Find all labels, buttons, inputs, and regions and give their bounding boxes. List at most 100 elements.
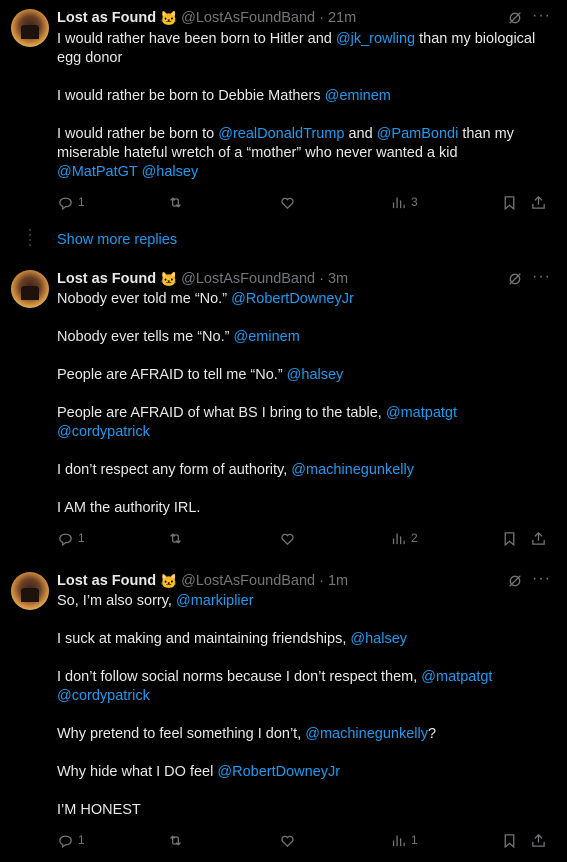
views-count: 1 bbox=[411, 833, 418, 847]
tweet-text-line bbox=[57, 385, 547, 404]
tweet-text-line: I would rather be born to @realDonaldTru… bbox=[57, 125, 547, 144]
tweet-text-line: I would rather have been born to Hitler … bbox=[57, 30, 547, 49]
views-icon bbox=[392, 197, 405, 208]
display-name[interactable]: Lost as Found bbox=[57, 573, 156, 589]
user-handle[interactable]: @LostAsFoundBand bbox=[181, 573, 315, 589]
repost-button[interactable] bbox=[167, 830, 184, 850]
display-name[interactable]: Lost as Found bbox=[57, 10, 156, 26]
views-button[interactable]: 2 bbox=[390, 528, 418, 548]
grok-icon[interactable] bbox=[507, 573, 523, 589]
tweet-header: Lost as Found 🐱 @LostAsFoundBand · 1m bbox=[57, 572, 348, 590]
more-options-icon[interactable]: ··· bbox=[532, 571, 551, 587]
share-button[interactable] bbox=[530, 528, 547, 548]
reply-icon bbox=[59, 197, 72, 210]
like-button[interactable] bbox=[279, 830, 296, 850]
tweet-text-line: @cordypatrick bbox=[57, 423, 547, 442]
cat-emoji-badge: 🐱 bbox=[160, 271, 178, 287]
display-name[interactable]: Lost as Found bbox=[57, 271, 156, 287]
timestamp[interactable]: · 21m bbox=[319, 10, 356, 26]
views-button[interactable]: 3 bbox=[390, 192, 418, 212]
mention-link[interactable]: @realDonaldTrump bbox=[218, 126, 344, 142]
views-button[interactable]: 1 bbox=[390, 830, 418, 850]
tweet-text-line: People are AFRAID to tell me “No.” @hals… bbox=[57, 366, 547, 385]
bookmark-icon bbox=[504, 531, 515, 546]
tweet-text-line: @MatPatGT @halsey bbox=[57, 163, 547, 182]
text-segment: I would rather have been born to Hitler … bbox=[57, 31, 336, 47]
text-segment: and bbox=[344, 126, 377, 142]
avatar[interactable] bbox=[11, 9, 49, 47]
repost-icon bbox=[170, 196, 181, 208]
more-options-icon[interactable]: ··· bbox=[532, 8, 551, 24]
text-segment: So, I’m also sorry, bbox=[57, 593, 176, 609]
tweet-text-line bbox=[57, 480, 547, 499]
reply-count: 1 bbox=[78, 833, 85, 847]
avatar[interactable] bbox=[11, 572, 49, 610]
user-handle[interactable]: @LostAsFoundBand bbox=[181, 10, 315, 26]
reply-count: 1 bbox=[78, 195, 85, 209]
tweet-header: Lost as Found 🐱 @LostAsFoundBand · 3m bbox=[57, 270, 348, 288]
tweet-text-line: I would rather be born to Debbie Mathers… bbox=[57, 87, 547, 106]
more-options-icon[interactable]: ··· bbox=[532, 269, 551, 285]
repost-button[interactable] bbox=[167, 528, 184, 548]
mention-link[interactable]: @RobertDowneyJr bbox=[217, 764, 340, 780]
text-segment: Nobody ever told me “No.” bbox=[57, 291, 232, 307]
grok-icon[interactable] bbox=[507, 10, 523, 26]
repost-icon bbox=[170, 834, 181, 846]
text-segment: egg donor bbox=[57, 50, 123, 66]
mention-link[interactable]: @eminem bbox=[233, 329, 299, 345]
text-segment: Nobody ever tells me “No.” bbox=[57, 329, 234, 345]
bookmark-button[interactable] bbox=[501, 192, 518, 212]
tweet-header: Lost as Found 🐱 @LostAsFoundBand · 21m bbox=[57, 9, 356, 27]
share-icon bbox=[532, 531, 545, 545]
tweet-text-line: People are AFRAID of what BS I bring to … bbox=[57, 404, 547, 423]
repost-button[interactable] bbox=[167, 192, 184, 212]
tweet-text-line bbox=[57, 782, 547, 801]
tweet-text-line: miserable hateful wretch of a “mother” w… bbox=[57, 144, 547, 163]
mention-link[interactable]: @matpatgt bbox=[386, 405, 457, 421]
tweet-text-line bbox=[57, 442, 547, 461]
mention-link[interactable]: @matpatgt bbox=[421, 669, 492, 685]
show-more-replies-link[interactable]: Show more replies bbox=[57, 232, 177, 248]
like-button[interactable] bbox=[279, 528, 296, 548]
mention-link[interactable]: @machinegunkelly bbox=[305, 726, 428, 742]
repost-icon bbox=[170, 532, 181, 544]
thread-gap-line bbox=[29, 229, 31, 249]
tweet-text-line: egg donor bbox=[57, 49, 547, 68]
mention-link[interactable]: @halsey bbox=[142, 164, 199, 180]
like-button[interactable] bbox=[279, 192, 296, 212]
mention-link[interactable]: @eminem bbox=[325, 88, 391, 104]
tweet-actions: 13 bbox=[57, 192, 547, 212]
mention-link[interactable]: @cordypatrick bbox=[57, 688, 150, 704]
mention-link[interactable]: @PamBondi bbox=[377, 126, 459, 142]
timestamp[interactable]: · 1m bbox=[319, 573, 348, 589]
grok-icon[interactable] bbox=[507, 271, 523, 287]
mention-link[interactable]: @halsey bbox=[287, 367, 344, 383]
user-handle[interactable]: @LostAsFoundBand bbox=[181, 271, 315, 287]
mention-link[interactable]: @RobertDowneyJr bbox=[231, 291, 354, 307]
tweet-text-line: I suck at making and maintaining friends… bbox=[57, 630, 547, 649]
share-button[interactable] bbox=[530, 192, 547, 212]
bookmark-button[interactable] bbox=[501, 528, 518, 548]
tweet-text-line bbox=[57, 744, 547, 763]
mention-link[interactable]: @halsey bbox=[350, 631, 407, 647]
bookmark-button[interactable] bbox=[501, 830, 518, 850]
tweet-actions: 12 bbox=[57, 528, 547, 548]
timestamp[interactable]: · 3m bbox=[319, 271, 348, 287]
mention-link[interactable]: @jk_rowling bbox=[336, 31, 415, 47]
share-icon bbox=[532, 195, 545, 209]
like-icon bbox=[281, 533, 294, 545]
reply-count: 1 bbox=[78, 531, 85, 545]
reply-button[interactable]: 1 bbox=[57, 830, 85, 850]
reply-button[interactable]: 1 bbox=[57, 528, 85, 548]
text-segment: People are AFRAID to tell me “No.” bbox=[57, 367, 287, 383]
mention-link[interactable]: @markiplier bbox=[176, 593, 254, 609]
mention-link[interactable]: @cordypatrick bbox=[57, 424, 150, 440]
tweet-actions: 11 bbox=[57, 830, 547, 850]
share-button[interactable] bbox=[530, 830, 547, 850]
tweet-text-line: Why hide what I DO feel @RobertDowneyJr bbox=[57, 763, 547, 782]
mention-link[interactable]: @machinegunkelly bbox=[291, 462, 414, 478]
mention-link[interactable]: @MatPatGT bbox=[57, 164, 138, 180]
reply-button[interactable]: 1 bbox=[57, 192, 85, 212]
share-icon bbox=[532, 833, 545, 847]
avatar[interactable] bbox=[11, 270, 49, 308]
